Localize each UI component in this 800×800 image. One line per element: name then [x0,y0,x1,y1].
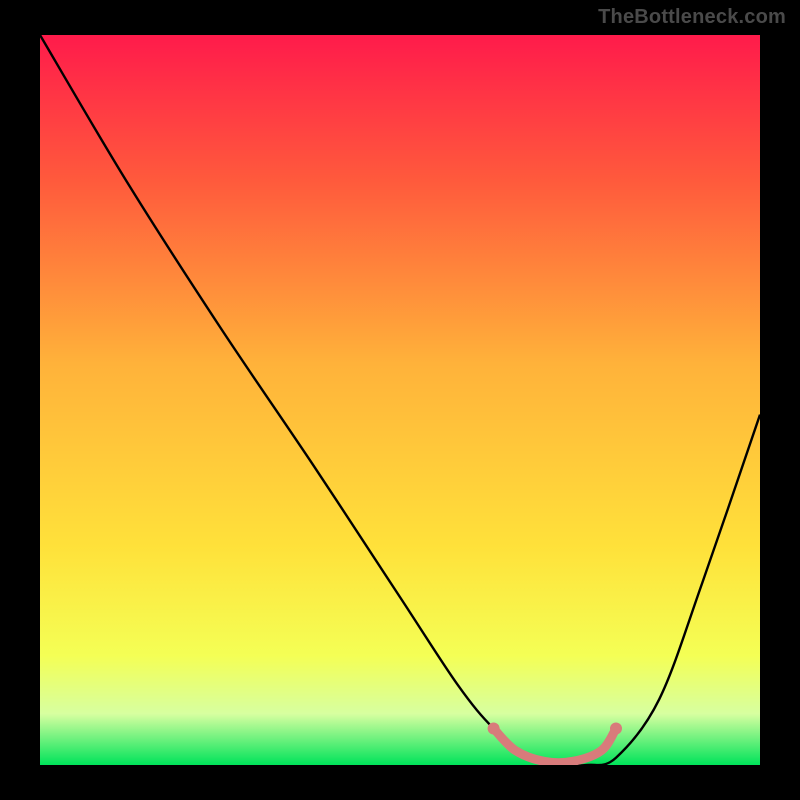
watermark-text: TheBottleneck.com [598,6,786,29]
gradient-background [40,35,760,765]
bottleneck-plot [40,35,760,765]
chart-frame: TheBottleneck.com [0,0,800,800]
optimal-range-dot-right [610,723,622,735]
chart-svg [40,35,760,765]
optimal-range-dot-left [488,723,500,735]
